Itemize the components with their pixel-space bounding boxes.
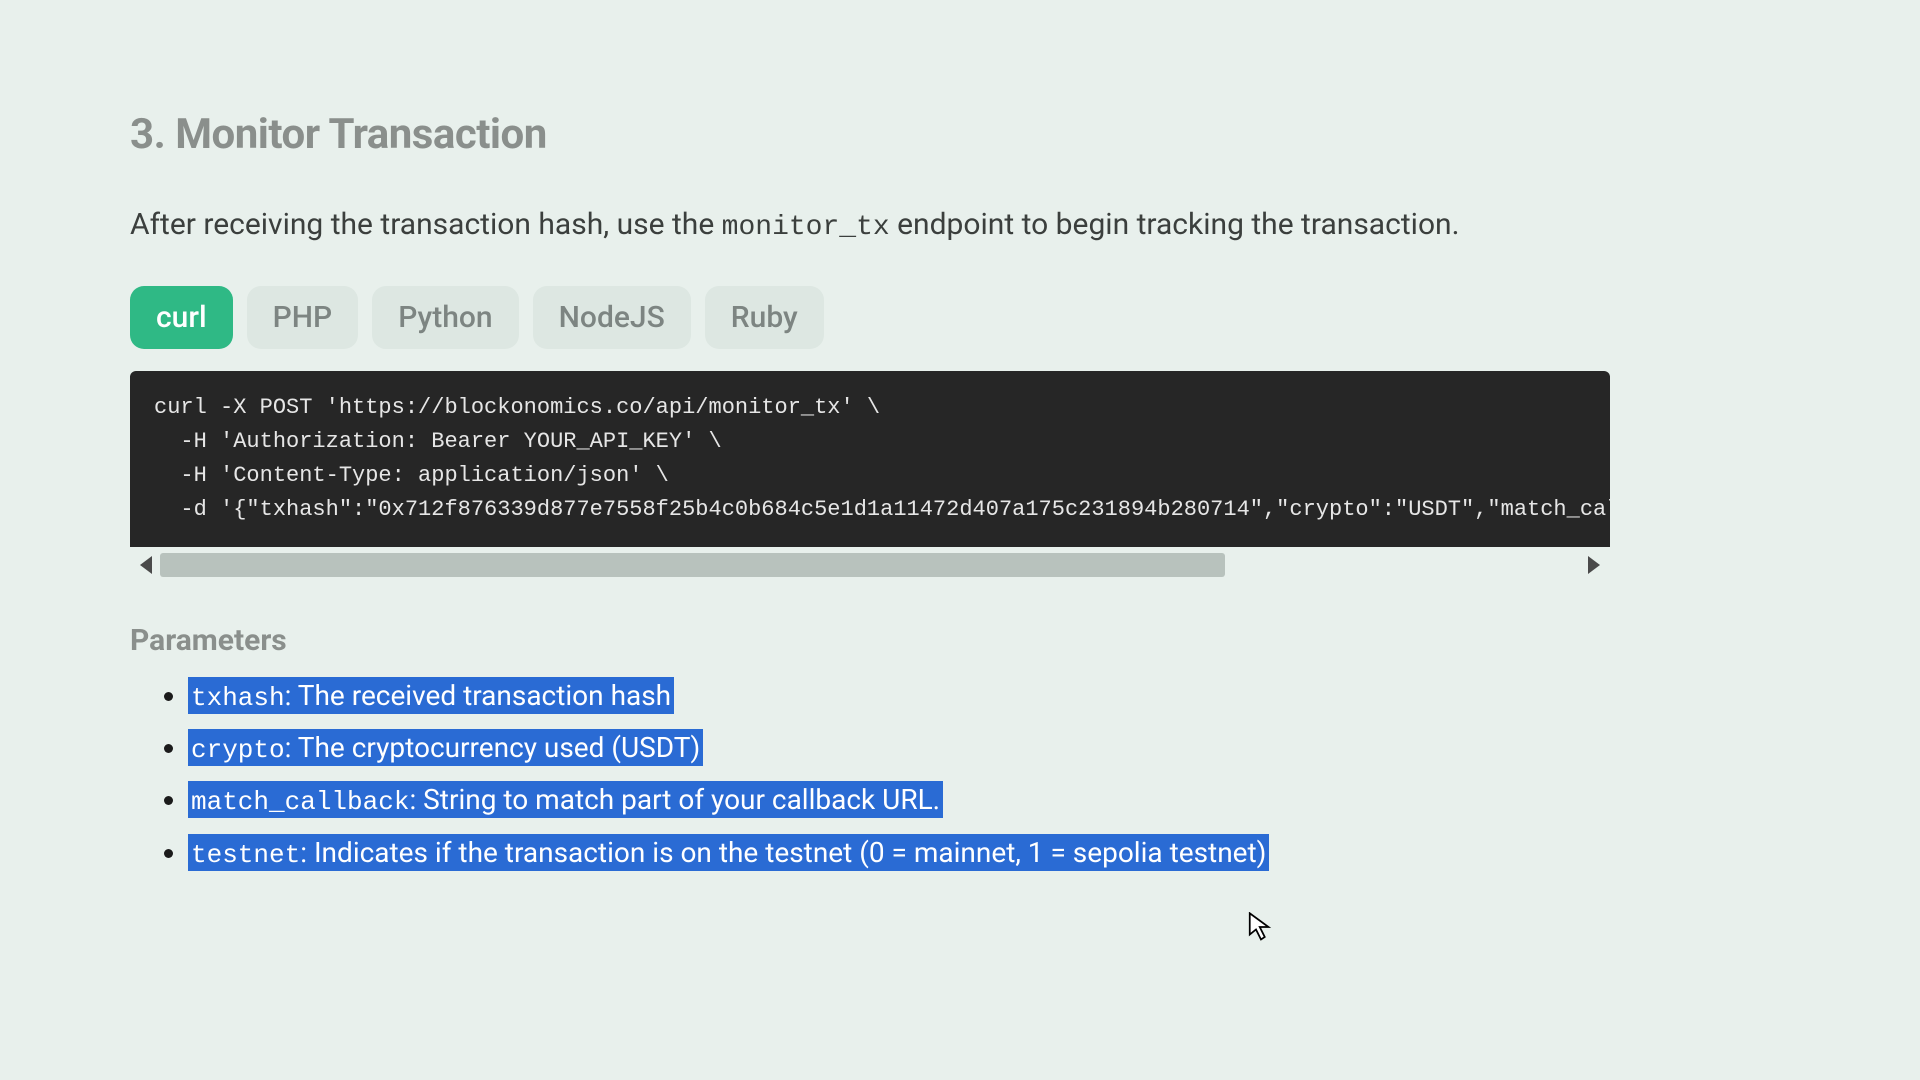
tab-python[interactable]: Python [372,286,518,349]
code-block[interactable]: curl -X POST 'https://blockonomics.co/ap… [130,371,1610,547]
param-desc: : The received transaction hash [285,679,671,712]
list-item: match_callback: String to match part of … [188,776,1650,824]
intro-paragraph: After receiving the transaction hash, us… [130,199,1550,252]
parameters-heading: Parameters [130,623,1650,658]
scroll-track[interactable] [160,553,1580,577]
scroll-right-icon[interactable] [1588,556,1600,574]
tab-nodejs[interactable]: NodeJS [533,286,691,349]
code-example: curl -X POST 'https://blockonomics.co/ap… [130,371,1610,583]
param-desc: : Indicates if the transaction is on the… [300,836,1266,869]
intro-text-after: endpoint to begin tracking the transacti… [890,207,1460,242]
tab-curl[interactable]: curl [130,286,233,349]
tab-ruby[interactable]: Ruby [705,286,824,349]
inline-code-monitor-tx: monitor_tx [722,212,890,243]
param-name: testnet [191,840,300,870]
parameters-list: txhash: The received transaction hash cr… [130,672,1650,877]
list-item: txhash: The received transaction hash [188,672,1650,720]
language-tabs: curl PHP Python NodeJS Ruby [130,286,1650,349]
horizontal-scrollbar[interactable] [130,547,1610,583]
param-name: match_callback [191,787,409,817]
intro-text-before: After receiving the transaction hash, us… [130,207,722,242]
param-desc: : The cryptocurrency used (USDT) [285,731,701,764]
param-desc: : String to match part of your callback … [409,783,940,816]
param-name: txhash [191,683,285,713]
list-item: testnet: Indicates if the transaction is… [188,829,1650,877]
list-item: crypto: The cryptocurrency used (USDT) [188,724,1650,772]
mouse-cursor-icon [1248,912,1274,942]
section-heading: 3. Monitor Transaction [130,110,1650,159]
tab-php[interactable]: PHP [247,286,359,349]
scroll-thumb[interactable] [160,553,1225,577]
param-name: crypto [191,735,285,765]
scroll-left-icon[interactable] [140,556,152,574]
